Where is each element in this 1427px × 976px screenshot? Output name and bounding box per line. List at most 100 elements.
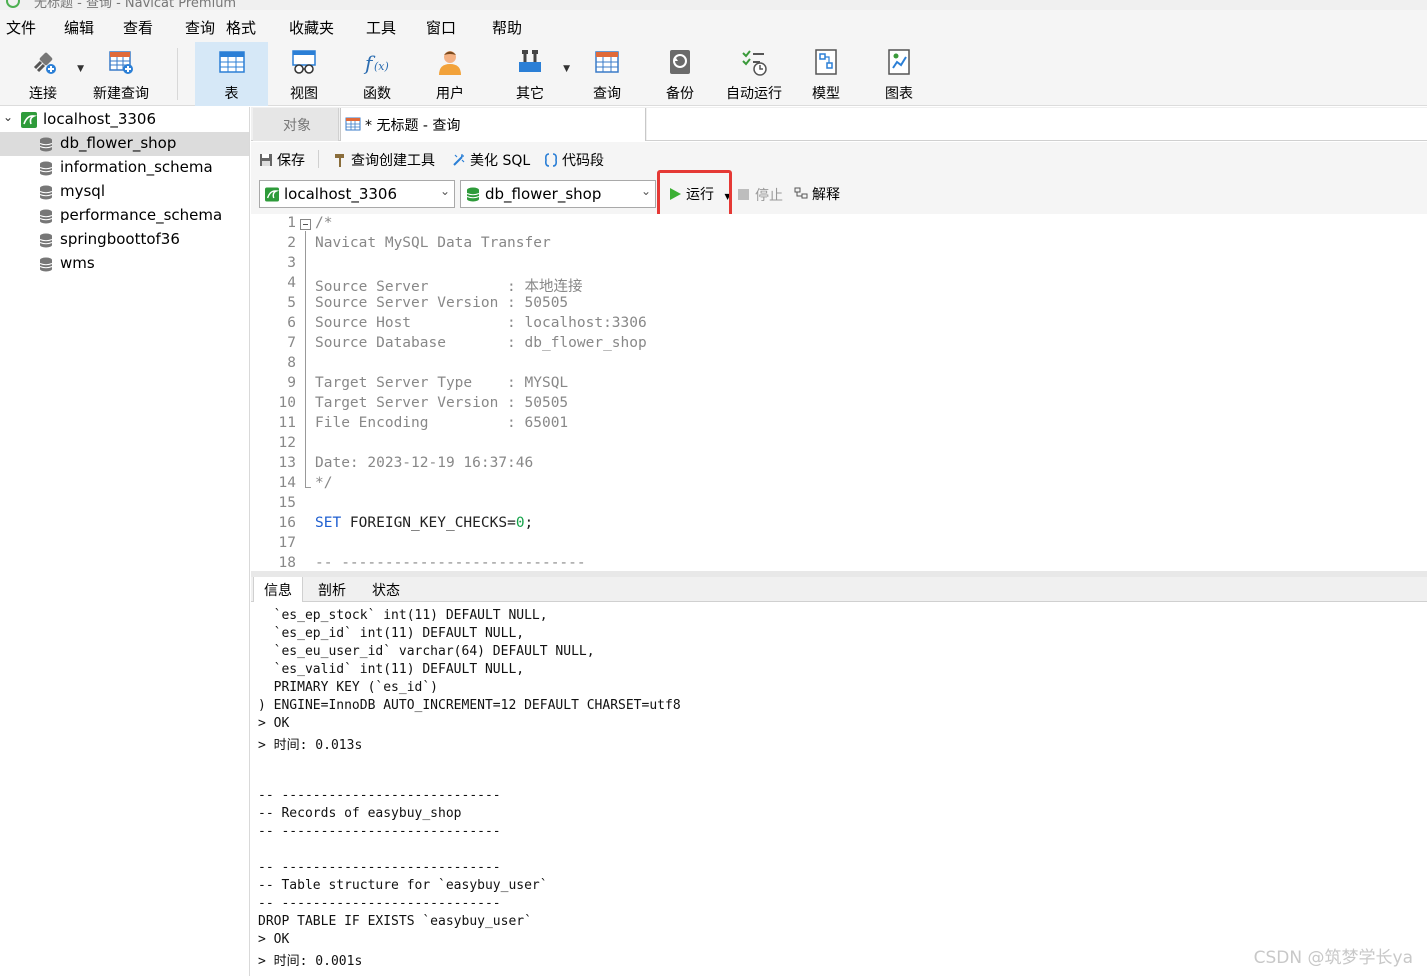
tab-objects-label: 对象 [283, 118, 311, 134]
tab-query-label: * 无标题 - 查询 [365, 118, 461, 134]
tree-db-label: db_flower_shop [60, 134, 177, 152]
mysql-connection-icon [21, 112, 37, 128]
connection-select[interactable]: localhost_3306 ⌄ [259, 180, 455, 208]
database-icon [39, 233, 53, 248]
query-label: 查询 [593, 86, 621, 102]
editor-line: 2 Navicat MySQL Data Transfer [287, 235, 551, 251]
menu-file[interactable]: 文件 [6, 17, 36, 38]
tab-status[interactable]: 状态 [361, 577, 411, 602]
view-icon [292, 50, 316, 74]
menu-tools[interactable]: 工具 [366, 17, 396, 38]
menu-view[interactable]: 查看 [123, 17, 153, 38]
database-icon [39, 161, 53, 176]
view-button[interactable]: 视图 [276, 42, 332, 106]
tree-db-db-flower-shop[interactable]: db_flower_shop [0, 132, 249, 156]
magic-wand-icon [453, 154, 465, 166]
beautify-sql-button[interactable]: 美化 SQL [452, 150, 530, 170]
model-button[interactable]: 模型 [798, 42, 854, 106]
backup-label: 备份 [666, 86, 694, 102]
database-icon [39, 137, 53, 152]
function-label: 函数 [363, 86, 391, 102]
menu-query[interactable]: 查询 [185, 17, 215, 38]
message-output[interactable]: `es_ep_stock` int(11) DEFAULT NULL, `es_… [251, 602, 1427, 976]
menu-bar: 文件 编辑 查看 查询 格式 收藏夹 工具 窗口 帮助 [0, 10, 1427, 42]
function-button[interactable]: f (x) 函数 [349, 42, 405, 106]
tab-profile-label: 剖析 [318, 583, 346, 599]
query-builder-button[interactable]: 查询创建工具 [333, 150, 435, 170]
output-line: -- Table structure for `easybuy_user` [258, 878, 548, 893]
backup-button[interactable]: 备份 [652, 42, 708, 106]
others-label: 其它 [516, 86, 544, 102]
menu-format[interactable]: 格式 [226, 17, 256, 38]
user-label: 用户 [436, 86, 464, 102]
tab-info[interactable]: 信息 [253, 577, 303, 603]
tree-db-wms[interactable]: wms [0, 252, 249, 276]
autorun-label: 自动运行 [726, 86, 782, 102]
explain-label: 解释 [812, 187, 840, 203]
others-button[interactable]: 其它 ▼ [502, 42, 570, 106]
tree-db-information-schema[interactable]: information_schema [0, 156, 249, 180]
stop-button[interactable]: 停止 [737, 185, 783, 205]
hammer-icon [335, 154, 344, 167]
database-select[interactable]: db_flower_shop ⌄ [460, 180, 656, 208]
new-query-button[interactable]: 新建查询 [88, 42, 154, 106]
menu-help[interactable]: 帮助 [492, 17, 522, 38]
editor-line: 10 Target Server Version : 50505 [278, 395, 569, 411]
tab-query[interactable]: * 无标题 - 查询 [340, 108, 646, 141]
database-icon [39, 257, 53, 272]
editor-line: 17 [278, 535, 296, 551]
table-button[interactable]: 表 [195, 42, 268, 106]
new-query-icon [109, 51, 133, 74]
table-icon [218, 51, 245, 73]
watermark-text: CSDN @筑梦学长ya [1253, 948, 1413, 968]
window-title-bar: 无标题 - 查询 - Navicat Premium [0, 0, 1427, 10]
editor-line: 11 File Encoding : 65001 [278, 415, 569, 431]
chart-button[interactable]: 图表 [871, 42, 927, 106]
editor-line: 3 [287, 255, 296, 271]
explain-button[interactable]: 解释 [794, 184, 840, 204]
query-toolbar: 保存 查询创建工具 美化 SQL 代码段 [251, 142, 1427, 176]
output-line: -- Records of easybuy_shop [258, 806, 462, 821]
menu-edit[interactable]: 编辑 [64, 17, 94, 38]
connect-button[interactable]: 连接 ▼ [14, 42, 84, 106]
tree-db-mysql[interactable]: mysql [0, 180, 249, 204]
plug-icon [33, 52, 56, 74]
query-button[interactable]: 查询 [579, 42, 635, 106]
menu-favorites[interactable]: 收藏夹 [289, 17, 334, 38]
tree-connection-label: localhost_3306 [43, 110, 157, 128]
tree-db-performance-schema[interactable]: performance_schema [0, 204, 249, 228]
output-line: `es_valid` int(11) DEFAULT NULL, [258, 662, 525, 677]
table-label: 表 [224, 86, 239, 102]
database-icon [39, 185, 53, 200]
editor-line: 7 Source Database : db_flower_shop [287, 335, 647, 351]
menu-window[interactable]: 窗口 [426, 17, 456, 38]
run-highlight-box [657, 170, 732, 218]
output-line: > 时间: 0.013s [258, 738, 363, 753]
tab-profile[interactable]: 剖析 [307, 577, 357, 602]
chart-label: 图表 [885, 86, 913, 102]
tree-connection[interactable]: ⌄ localhost_3306 [0, 108, 249, 132]
connect-dropdown-icon[interactable]: ▼ [77, 64, 84, 74]
save-button[interactable]: 保存 [259, 150, 305, 170]
editor-line: 6 Source Host : localhost:3306 [287, 315, 647, 331]
tree-db-label: performance_schema [60, 206, 223, 224]
editor-line: 16 SET FOREIGN_KEY_CHECKS=0; [278, 515, 534, 531]
output-line: -- ---------------------------- [258, 860, 501, 875]
others-dropdown-icon[interactable]: ▼ [563, 64, 570, 74]
chevron-down-icon[interactable]: ⌄ [3, 110, 13, 124]
code-snippet-icon [545, 153, 557, 167]
tools-icon [519, 50, 541, 72]
tree-db-springboottof36[interactable]: springboottof36 [0, 228, 249, 252]
sql-editor[interactable]: 1/* 2 Navicat MySQL Data Transfer 3 4 Sour… [251, 214, 1427, 571]
code-snippet-button[interactable]: 代码段 [544, 150, 604, 170]
main-toolbar: 连接 ▼ 新建查询 表 视图 f (x) 函数 用户 其它 ▼ 查询 备份 自动… [0, 42, 1427, 106]
model-icon [815, 49, 837, 75]
output-line: `es_ep_stock` int(11) DEFAULT NULL, [258, 608, 548, 623]
autorun-icon [742, 50, 767, 76]
user-button[interactable]: 用户 [422, 42, 478, 106]
query-icon [595, 51, 619, 73]
tab-objects[interactable]: 对象 [253, 108, 339, 141]
output-line: > OK [258, 932, 290, 947]
autorun-button[interactable]: 自动运行 [722, 42, 786, 106]
output-line: `es_ep_id` int(11) DEFAULT NULL, [258, 626, 525, 641]
